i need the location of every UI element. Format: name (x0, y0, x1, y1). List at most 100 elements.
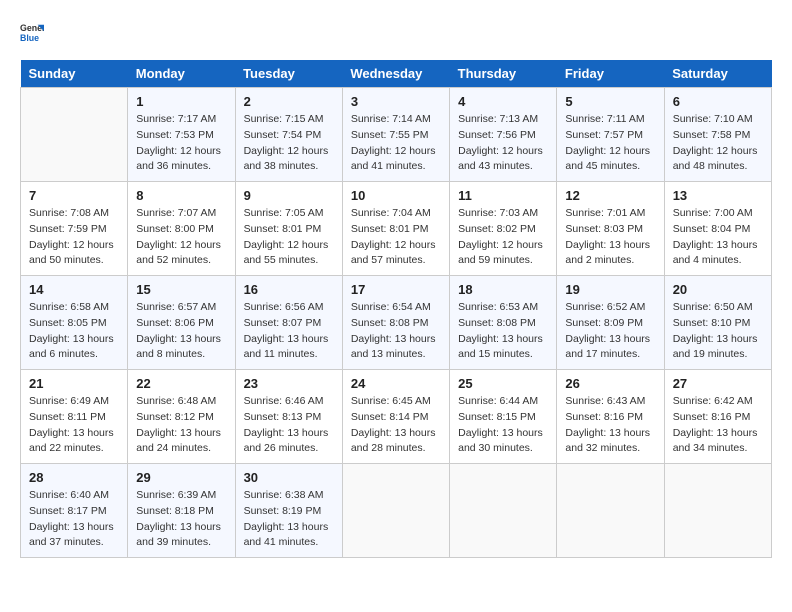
day-number: 11 (458, 188, 548, 203)
calendar-cell: 2 Sunrise: 7:15 AM Sunset: 7:54 PM Daylig… (235, 88, 342, 182)
calendar-cell: 12Sunrise: 7:01 AM Sunset: 8:03 PM Dayli… (557, 182, 664, 276)
calendar-cell (21, 88, 128, 182)
calendar-cell: 5 Sunrise: 7:11 AM Sunset: 7:57 PM Daylig… (557, 88, 664, 182)
day-number: 16 (244, 282, 334, 297)
day-info: Sunrise: 7:08 AM Sunset: 7:59 PM Dayligh… (29, 206, 119, 269)
svg-text:General: General (20, 23, 44, 33)
calendar-cell: 6 Sunrise: 7:10 AM Sunset: 7:58 PM Daylig… (664, 88, 771, 182)
day-info: Sunrise: 6:40 AM Sunset: 8:17 PM Dayligh… (29, 488, 119, 551)
day-number: 21 (29, 376, 119, 391)
calendar-week-4: 21 Sunrise: 6:49 AM Sunset: 8:11 PM Dayli… (21, 370, 772, 464)
calendar-cell: 14 Sunrise: 6:58 AM Sunset: 8:05 PM Dayli… (21, 276, 128, 370)
day-number: 14 (29, 282, 119, 297)
calendar-cell: 24 Sunrise: 6:45 AM Sunset: 8:14 PM Dayli… (342, 370, 449, 464)
calendar-cell: 8 Sunrise: 7:07 AM Sunset: 8:00 PM Daylig… (128, 182, 235, 276)
column-header-sunday: Sunday (21, 60, 128, 88)
calendar-cell: 29 Sunrise: 6:39 AM Sunset: 8:18 PM Dayli… (128, 464, 235, 558)
calendar-cell: 22 Sunrise: 6:48 AM Sunset: 8:12 PM Dayli… (128, 370, 235, 464)
calendar-cell: 30Sunrise: 6:38 AM Sunset: 8:19 PM Dayli… (235, 464, 342, 558)
calendar-cell: 11 Sunrise: 7:03 AM Sunset: 8:02 PM Dayli… (450, 182, 557, 276)
day-info: Sunrise: 7:04 AM Sunset: 8:01 PM Dayligh… (351, 206, 441, 269)
day-info: Sunrise: 7:17 AM Sunset: 7:53 PM Dayligh… (136, 112, 226, 175)
day-info: Sunrise: 6:54 AM Sunset: 8:08 PM Dayligh… (351, 300, 441, 363)
day-number: 5 (565, 94, 655, 109)
calendar-cell: 23 Sunrise: 6:46 AM Sunset: 8:13 PM Dayli… (235, 370, 342, 464)
day-number: 8 (136, 188, 226, 203)
day-info: Sunrise: 7:07 AM Sunset: 8:00 PM Dayligh… (136, 206, 226, 269)
day-number: 25 (458, 376, 548, 391)
day-number: 7 (29, 188, 119, 203)
calendar-week-1: 1 Sunrise: 7:17 AM Sunset: 7:53 PM Daylig… (21, 88, 772, 182)
day-info: Sunrise: 7:11 AM Sunset: 7:57 PM Dayligh… (565, 112, 655, 175)
page-header: General Blue (20, 20, 772, 44)
calendar-cell: 18 Sunrise: 6:53 AM Sunset: 8:08 PM Dayli… (450, 276, 557, 370)
day-number: 30 (244, 470, 334, 485)
day-number: 24 (351, 376, 441, 391)
calendar-cell: 20 Sunrise: 6:50 AM Sunset: 8:10 PM Dayli… (664, 276, 771, 370)
day-info: Sunrise: 6:56 AM Sunset: 8:07 PM Dayligh… (244, 300, 334, 363)
calendar-cell: 27Sunrise: 6:42 AM Sunset: 8:16 PM Dayli… (664, 370, 771, 464)
day-number: 9 (244, 188, 334, 203)
day-info: Sunrise: 6:39 AM Sunset: 8:18 PM Dayligh… (136, 488, 226, 551)
day-number: 2 (244, 94, 334, 109)
calendar-cell: 15 Sunrise: 6:57 AM Sunset: 8:06 PM Dayli… (128, 276, 235, 370)
calendar-cell (450, 464, 557, 558)
day-number: 6 (673, 94, 763, 109)
day-info: Sunrise: 6:44 AM Sunset: 8:15 PM Dayligh… (458, 394, 548, 457)
day-info: Sunrise: 7:10 AM Sunset: 7:58 PM Dayligh… (673, 112, 763, 175)
calendar-cell: 19Sunrise: 6:52 AM Sunset: 8:09 PM Dayli… (557, 276, 664, 370)
calendar-week-5: 28 Sunrise: 6:40 AM Sunset: 8:17 PM Dayli… (21, 464, 772, 558)
day-number: 20 (673, 282, 763, 297)
day-number: 18 (458, 282, 548, 297)
day-info: Sunrise: 6:45 AM Sunset: 8:14 PM Dayligh… (351, 394, 441, 457)
day-info: Sunrise: 6:43 AM Sunset: 8:16 PM Dayligh… (565, 394, 655, 457)
column-header-friday: Friday (557, 60, 664, 88)
column-header-monday: Monday (128, 60, 235, 88)
day-number: 29 (136, 470, 226, 485)
day-number: 22 (136, 376, 226, 391)
day-info: Sunrise: 7:05 AM Sunset: 8:01 PM Dayligh… (244, 206, 334, 269)
calendar-cell: 17Sunrise: 6:54 AM Sunset: 8:08 PM Dayli… (342, 276, 449, 370)
calendar-cell: 3Sunrise: 7:14 AM Sunset: 7:55 PM Daylig… (342, 88, 449, 182)
day-number: 23 (244, 376, 334, 391)
day-info: Sunrise: 6:48 AM Sunset: 8:12 PM Dayligh… (136, 394, 226, 457)
day-info: Sunrise: 6:49 AM Sunset: 8:11 PM Dayligh… (29, 394, 119, 457)
day-info: Sunrise: 7:13 AM Sunset: 7:56 PM Dayligh… (458, 112, 548, 175)
day-info: Sunrise: 6:57 AM Sunset: 8:06 PM Dayligh… (136, 300, 226, 363)
day-info: Sunrise: 7:15 AM Sunset: 7:54 PM Dayligh… (244, 112, 334, 175)
logo: General Blue (20, 20, 44, 44)
day-info: Sunrise: 7:01 AM Sunset: 8:03 PM Dayligh… (565, 206, 655, 269)
calendar-cell: 9 Sunrise: 7:05 AM Sunset: 8:01 PM Daylig… (235, 182, 342, 276)
day-info: Sunrise: 6:58 AM Sunset: 8:05 PM Dayligh… (29, 300, 119, 363)
calendar-week-3: 14 Sunrise: 6:58 AM Sunset: 8:05 PM Dayli… (21, 276, 772, 370)
day-number: 4 (458, 94, 548, 109)
column-header-saturday: Saturday (664, 60, 771, 88)
calendar-cell: 10Sunrise: 7:04 AM Sunset: 8:01 PM Dayli… (342, 182, 449, 276)
calendar-cell: 7 Sunrise: 7:08 AM Sunset: 7:59 PM Daylig… (21, 182, 128, 276)
calendar-cell: 25 Sunrise: 6:44 AM Sunset: 8:15 PM Dayli… (450, 370, 557, 464)
day-info: Sunrise: 6:50 AM Sunset: 8:10 PM Dayligh… (673, 300, 763, 363)
day-info: Sunrise: 6:53 AM Sunset: 8:08 PM Dayligh… (458, 300, 548, 363)
day-number: 13 (673, 188, 763, 203)
calendar-header-row: SundayMondayTuesdayWednesdayThursdayFrid… (21, 60, 772, 88)
calendar-cell: 21 Sunrise: 6:49 AM Sunset: 8:11 PM Dayli… (21, 370, 128, 464)
day-number: 26 (565, 376, 655, 391)
day-info: Sunrise: 7:03 AM Sunset: 8:02 PM Dayligh… (458, 206, 548, 269)
day-number: 1 (136, 94, 226, 109)
calendar-cell (664, 464, 771, 558)
calendar-cell: 13Sunrise: 7:00 AM Sunset: 8:04 PM Dayli… (664, 182, 771, 276)
day-info: Sunrise: 6:46 AM Sunset: 8:13 PM Dayligh… (244, 394, 334, 457)
logo-icon: General Blue (20, 20, 44, 44)
day-number: 28 (29, 470, 119, 485)
column-header-tuesday: Tuesday (235, 60, 342, 88)
calendar-cell: 1 Sunrise: 7:17 AM Sunset: 7:53 PM Daylig… (128, 88, 235, 182)
calendar-cell: 28 Sunrise: 6:40 AM Sunset: 8:17 PM Dayli… (21, 464, 128, 558)
calendar-cell: 26 Sunrise: 6:43 AM Sunset: 8:16 PM Dayli… (557, 370, 664, 464)
calendar-cell: 16 Sunrise: 6:56 AM Sunset: 8:07 PM Dayli… (235, 276, 342, 370)
calendar-cell: 4 Sunrise: 7:13 AM Sunset: 7:56 PM Daylig… (450, 88, 557, 182)
column-header-thursday: Thursday (450, 60, 557, 88)
day-number: 19 (565, 282, 655, 297)
day-number: 15 (136, 282, 226, 297)
calendar-cell (557, 464, 664, 558)
column-header-wednesday: Wednesday (342, 60, 449, 88)
